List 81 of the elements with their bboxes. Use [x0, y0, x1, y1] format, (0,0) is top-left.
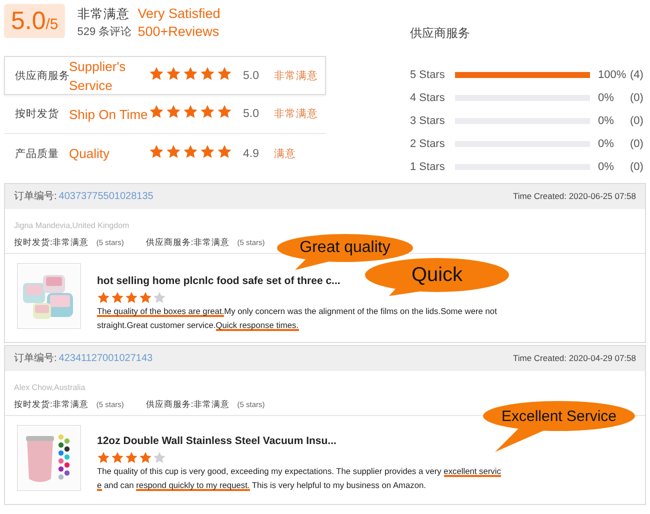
star-icon [217, 144, 232, 158]
percent-text: 0% [598, 92, 615, 104]
count-text: (4) [630, 68, 644, 80]
percent-text: 100% [598, 68, 628, 80]
star-icon [183, 66, 198, 80]
rating-verdict: 非常满意 [274, 107, 318, 121]
count-text: (0) [630, 138, 644, 150]
rating-row[interactable]: 按时发货 Ship On Time 5.0 非常满意 [4, 95, 326, 134]
rating-score: 5.0 [243, 70, 260, 82]
rating-label: 按时发货: [14, 237, 52, 247]
rating-row[interactable]: 产品质量 Quality 4.9 满意 [4, 134, 326, 173]
rating-label-translation: Quality [69, 145, 110, 163]
star-icon [183, 144, 198, 158]
rating-verdict: 非常满意 [193, 399, 230, 409]
section-title: 供应商服务 [410, 25, 470, 41]
order-label: 订单编号: [14, 191, 57, 202]
rating-label: 按时发货 [15, 107, 60, 121]
product-title[interactable]: 12oz Double Wall Stainless Steel Vacuum Insu... [97, 435, 336, 448]
created-time: Time Created: 2020-06-25 07:58 [512, 190, 636, 203]
rating-label-translation: Ship On Time [69, 106, 149, 124]
star-icon [166, 144, 181, 158]
star-icon [111, 291, 124, 304]
star-icon [111, 451, 124, 464]
star-icon [200, 66, 215, 80]
star-level-label: 5 Stars [410, 68, 446, 80]
score-badge: 5.0/5 [4, 4, 66, 38]
star-icon [139, 291, 152, 304]
star-level-label: 3 Stars [410, 114, 446, 126]
rating-score: 5.0 [243, 108, 260, 120]
count-text: (0) [630, 160, 644, 172]
star-icon [183, 104, 198, 119]
star-icon [149, 144, 164, 158]
rating-label-translation: Supplier's Service [69, 58, 127, 94]
rating-verdict: 非常满意 [52, 237, 88, 247]
review-count: 529 条评论 [77, 25, 132, 40]
rating-verdict: 非常满意 [52, 399, 88, 409]
star-icon [153, 291, 166, 304]
rating-label: 供应商服务: [146, 237, 194, 247]
percent-text: 0% [598, 138, 615, 150]
rating-verdict: 非常满意 [193, 237, 230, 247]
star-icon [125, 291, 138, 304]
verdict-translation: Very Satisfied [138, 5, 220, 23]
star-icon [200, 104, 215, 119]
review-count-translation: 500+Reviews [138, 23, 220, 41]
star-icon [97, 291, 110, 304]
rating-score: 4.9 [243, 148, 260, 160]
count-text: (0) [630, 114, 644, 126]
star-icon [139, 451, 152, 464]
star-icon [97, 451, 110, 464]
buyer-name: Alex Chow,Australia [14, 383, 86, 393]
star-icon [149, 66, 164, 80]
star-icon [217, 66, 232, 80]
star-icon [125, 451, 138, 464]
review-text: The quality of the boxes are great.My only concern was the alignment of the films on the lids.Some were not straight.Great customer service.Quick response times. [97, 305, 498, 332]
star-icon [200, 144, 215, 158]
star-icon [166, 104, 181, 119]
review-text: The quality of this cup is very good, exceeding my expectations. The supplier provides a very excellent service and can respond quickly to my request. This is very helpful to my business on Amazon. [97, 465, 502, 492]
verdict-text: 非常满意 [77, 6, 130, 23]
star-level-label: 4 Stars [410, 92, 446, 104]
star-icon [149, 104, 164, 119]
rating-verdict: 满意 [274, 146, 296, 160]
percent-text: 0% [598, 160, 615, 172]
percent-text: 0% [598, 114, 615, 126]
rating-label: 按时发货: [14, 399, 52, 409]
product-title[interactable]: hot selling home plcnlc food safe set of three c... [97, 275, 340, 288]
callout-text: Great quality [300, 239, 390, 257]
rating-label: 供应商服务: [146, 399, 194, 409]
star-icon [166, 66, 181, 80]
count-text: (0) [630, 92, 644, 104]
buyer-name: Jigna Mandevia,United Kingdom [14, 221, 130, 231]
created-time: Time Created: 2020-04-29 07:58 [512, 352, 636, 365]
callout-text: Excellent Service [501, 408, 617, 424]
order-label: 订单编号: [14, 353, 57, 364]
callout-text: Quick [411, 264, 463, 286]
rating-verdict: 非常满意 [274, 68, 318, 82]
star-level-label: 1 Stars [410, 160, 446, 172]
star-icon [217, 104, 232, 119]
star-level-label: 2 Stars [410, 138, 446, 150]
rating-label: 产品质量 [15, 146, 60, 160]
rating-label: 供应商服务 [15, 70, 69, 82]
star-icon [153, 451, 166, 464]
